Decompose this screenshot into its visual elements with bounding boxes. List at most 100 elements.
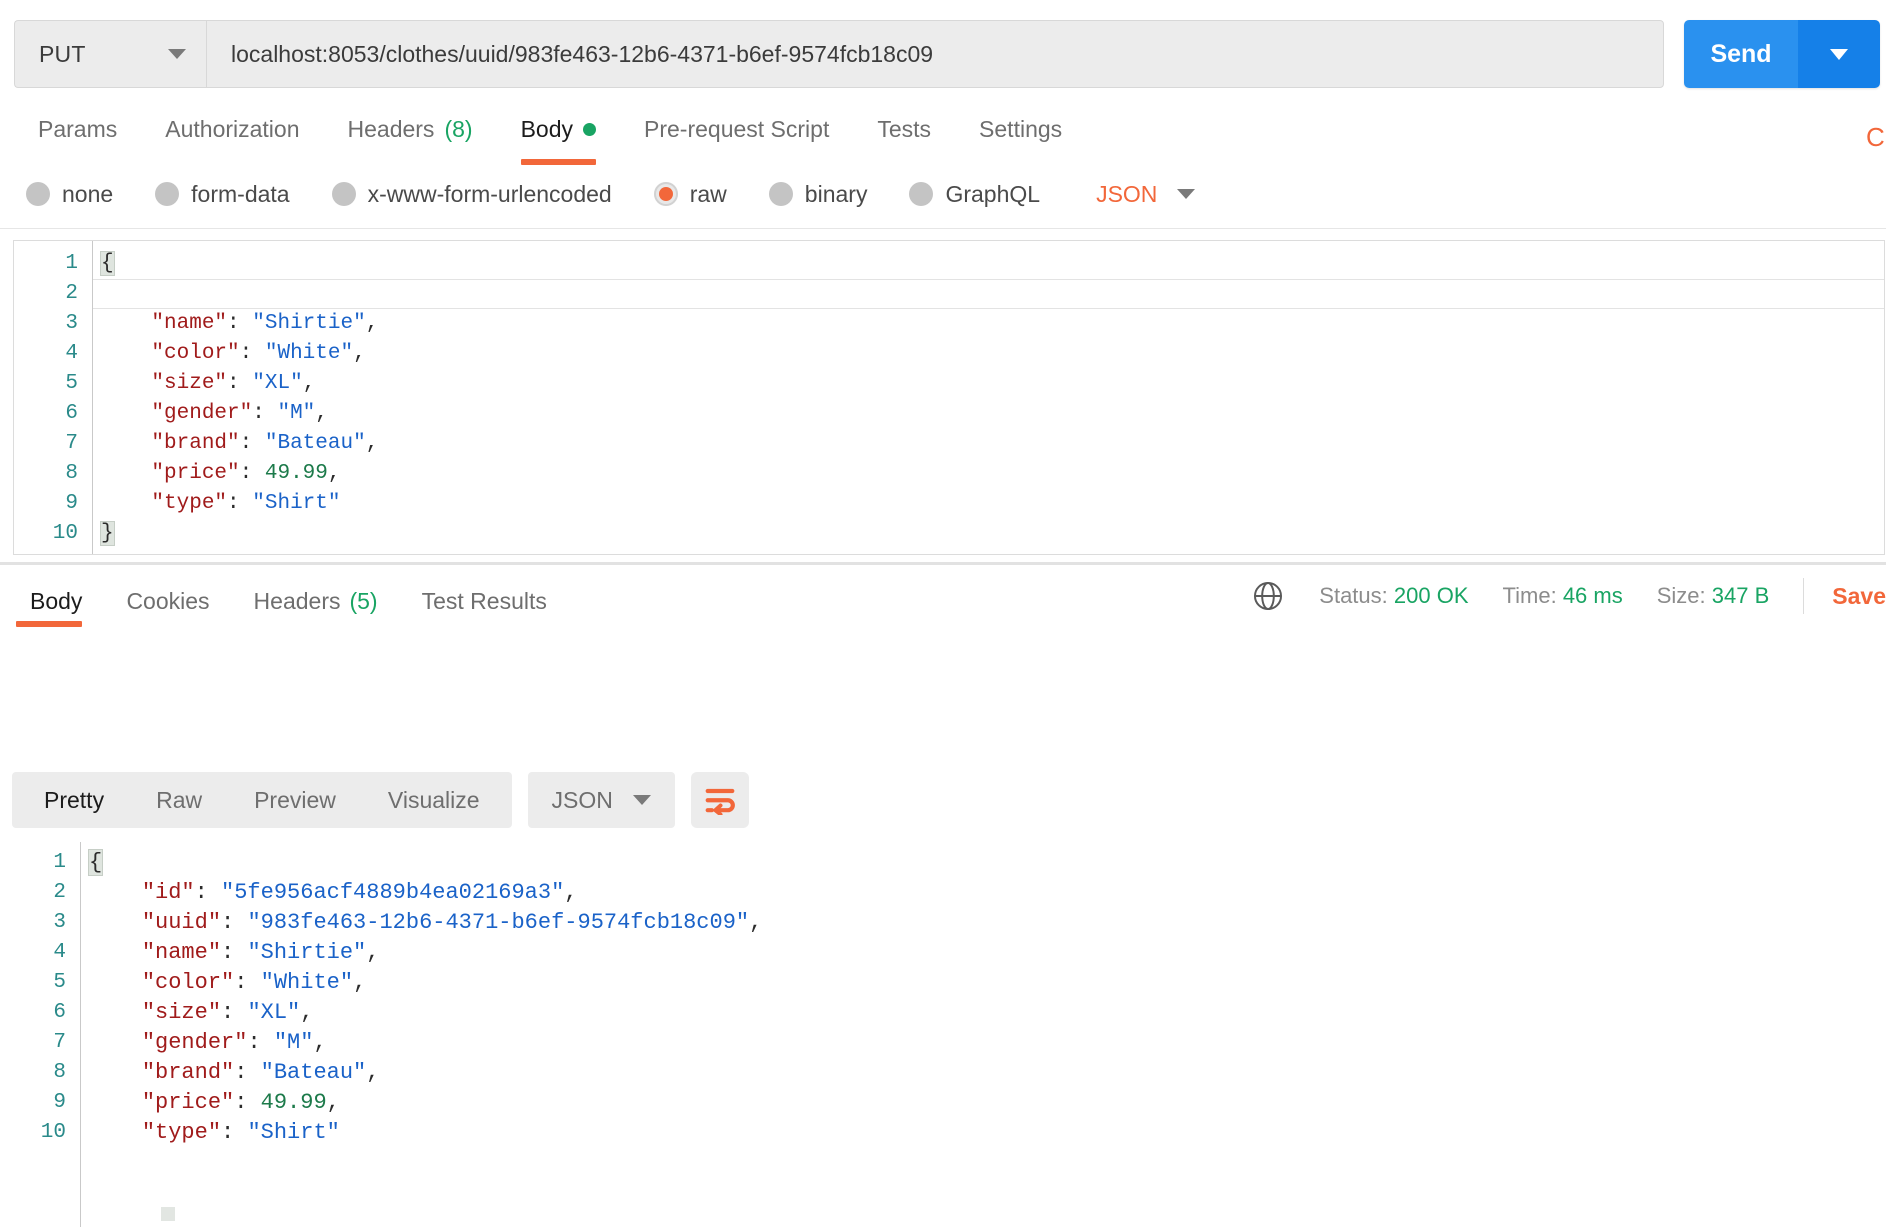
view-mode-visualize[interactable]: Visualize xyxy=(362,772,506,828)
code-line: "color": "White", xyxy=(151,342,366,365)
response-tab-headers[interactable]: Headers (5) xyxy=(232,572,400,630)
response-format-select[interactable]: JSON xyxy=(527,772,675,828)
headers-count-badge: (5) xyxy=(349,587,378,614)
code-line: "type": "Shirt" xyxy=(151,492,341,515)
code-line: "price": 49.99, xyxy=(141,1090,340,1115)
send-button-group: Send xyxy=(1684,20,1880,88)
tab-label: Headers xyxy=(347,116,435,142)
chevron-down-icon xyxy=(168,49,186,59)
code-line: "brand": "Bateau", xyxy=(141,1060,380,1085)
word-wrap-button[interactable] xyxy=(690,772,749,828)
code-line: "size": "XL", xyxy=(151,372,316,395)
tab-label: Authorization xyxy=(165,116,300,142)
tab-params[interactable]: Params xyxy=(14,108,141,143)
tab-tests[interactable]: Tests xyxy=(853,108,955,143)
tab-label: Body xyxy=(30,587,83,614)
response-divider xyxy=(0,562,1886,565)
tab-headers[interactable]: Headers (8) xyxy=(324,108,497,143)
save-response-link[interactable]: Save xyxy=(1832,583,1886,610)
radio-label: raw xyxy=(689,180,727,207)
code-line: "type": "Shirt" xyxy=(141,1120,340,1145)
request-body-format-select[interactable]: JSON xyxy=(1096,181,1196,208)
radio-icon xyxy=(768,182,793,206)
code-line: "id": "5fe956acf4889b4ea02169a3", xyxy=(141,880,578,905)
request-code-lines[interactable]: { "name": "Shirtie", "color": "White", "… xyxy=(92,241,1884,554)
body-type-radio-group: none form-data x-www-form-urlencoded raw… xyxy=(0,168,1886,220)
response-line-numbers: 1 2 3 4 5 6 7 8 9 10 xyxy=(40,851,66,1144)
status-value: 200 OK xyxy=(1393,583,1469,608)
tab-label: Body xyxy=(520,116,573,142)
code-line: "price": 49.99, xyxy=(151,462,341,485)
tab-settings[interactable]: Settings xyxy=(955,108,1086,143)
view-mode-raw[interactable]: Raw xyxy=(130,772,228,828)
size-badge: Size: 347 B xyxy=(1656,583,1770,608)
radio-label: x-www-form-urlencoded xyxy=(367,180,612,207)
radio-label: none xyxy=(62,180,114,207)
divider xyxy=(0,228,1886,229)
time-value: 46 ms xyxy=(1562,583,1623,608)
radio-label: GraphQL xyxy=(945,180,1041,207)
code-line: } xyxy=(100,521,115,546)
tab-authorization[interactable]: Authorization xyxy=(141,108,323,143)
response-tab-body[interactable]: Body xyxy=(8,572,104,630)
status-badge: Status: 200 OK xyxy=(1319,583,1469,608)
view-mode-pretty[interactable]: Pretty xyxy=(18,772,130,828)
tab-body[interactable]: Body xyxy=(497,108,620,165)
response-view-mode-group: Pretty Raw Preview Visualize xyxy=(12,772,512,828)
send-button[interactable]: Send xyxy=(1684,20,1798,88)
tab-label: Tests xyxy=(877,116,932,142)
body-type-none[interactable]: none xyxy=(26,181,113,208)
tab-label: Settings xyxy=(979,116,1063,142)
chevron-down-icon xyxy=(632,795,651,805)
body-type-form-data[interactable]: form-data xyxy=(155,180,290,208)
http-method-select[interactable]: PUT xyxy=(14,20,206,88)
tab-label: Test Results xyxy=(421,587,547,614)
radio-selected-icon xyxy=(653,182,678,206)
tab-label: Params xyxy=(38,116,118,142)
code-line: "gender": "M", xyxy=(141,1030,327,1055)
format-label: JSON xyxy=(551,786,613,813)
response-view-toolbar: Pretty Raw Preview Visualize JSON xyxy=(12,772,749,828)
chevron-down-icon xyxy=(1830,48,1848,60)
body-type-urlencoded[interactable]: x-www-form-urlencoded xyxy=(331,180,612,208)
globe-icon xyxy=(1251,579,1285,613)
radio-icon xyxy=(331,182,356,206)
code-line: { xyxy=(100,251,115,276)
tab-label: Headers xyxy=(253,587,341,614)
code-line: "name": "Shirtie", xyxy=(141,940,380,965)
chevron-down-icon xyxy=(1177,189,1196,199)
body-type-binary[interactable]: binary xyxy=(768,180,868,208)
divider xyxy=(1803,578,1805,614)
response-tab-test-results[interactable]: Test Results xyxy=(400,572,569,630)
radio-icon xyxy=(909,182,934,206)
http-method-label: PUT xyxy=(39,40,86,67)
url-input[interactable] xyxy=(229,39,1641,69)
body-type-raw[interactable]: raw xyxy=(653,180,727,208)
response-code-lines[interactable]: { "id": "5fe956acf4889b4ea02169a3", "uui… xyxy=(80,842,1886,1227)
tab-label: Cookies xyxy=(126,587,210,614)
request-body-editor[interactable]: 1 2 3 4 5 6 7 8 9 10 { "name": "Shirtie"… xyxy=(13,240,1885,555)
cookies-link-truncated[interactable]: C xyxy=(1866,122,1885,153)
code-line: "name": "Shirtie", xyxy=(151,312,379,335)
active-tab-underline xyxy=(16,621,83,627)
radio-label: form-data xyxy=(191,180,290,207)
postman-request-response-pane: PUT Send Params Authorization Headers (8… xyxy=(0,0,1886,1227)
response-status-bar: Status: 200 OK Time: 46 ms Size: 347 B S… xyxy=(1251,578,1886,614)
code-line: "size": "XL", xyxy=(141,1000,314,1025)
tab-pre-request-script[interactable]: Pre-request Script xyxy=(620,108,853,143)
response-body-viewer[interactable]: 1 2 3 4 5 6 7 8 9 10 { "id": "5fe956acf4… xyxy=(0,842,1886,1227)
radio-label: binary xyxy=(804,180,868,207)
body-present-dot-icon xyxy=(583,123,596,136)
url-input-wrapper[interactable] xyxy=(206,20,1664,88)
request-line-numbers: 1 2 3 4 5 6 7 8 9 10 xyxy=(52,252,78,545)
fold-marker xyxy=(161,1207,175,1221)
time-badge: Time: 46 ms xyxy=(1502,583,1623,608)
size-value: 347 B xyxy=(1711,583,1770,608)
send-options-button[interactable] xyxy=(1798,20,1880,88)
active-tab-underline xyxy=(520,159,596,165)
body-type-graphql[interactable]: GraphQL xyxy=(909,181,1040,208)
view-mode-preview[interactable]: Preview xyxy=(228,772,362,828)
response-tab-cookies[interactable]: Cookies xyxy=(104,572,231,630)
code-line: "brand": "Bateau", xyxy=(151,432,379,455)
url-bar: PUT xyxy=(14,20,1664,88)
